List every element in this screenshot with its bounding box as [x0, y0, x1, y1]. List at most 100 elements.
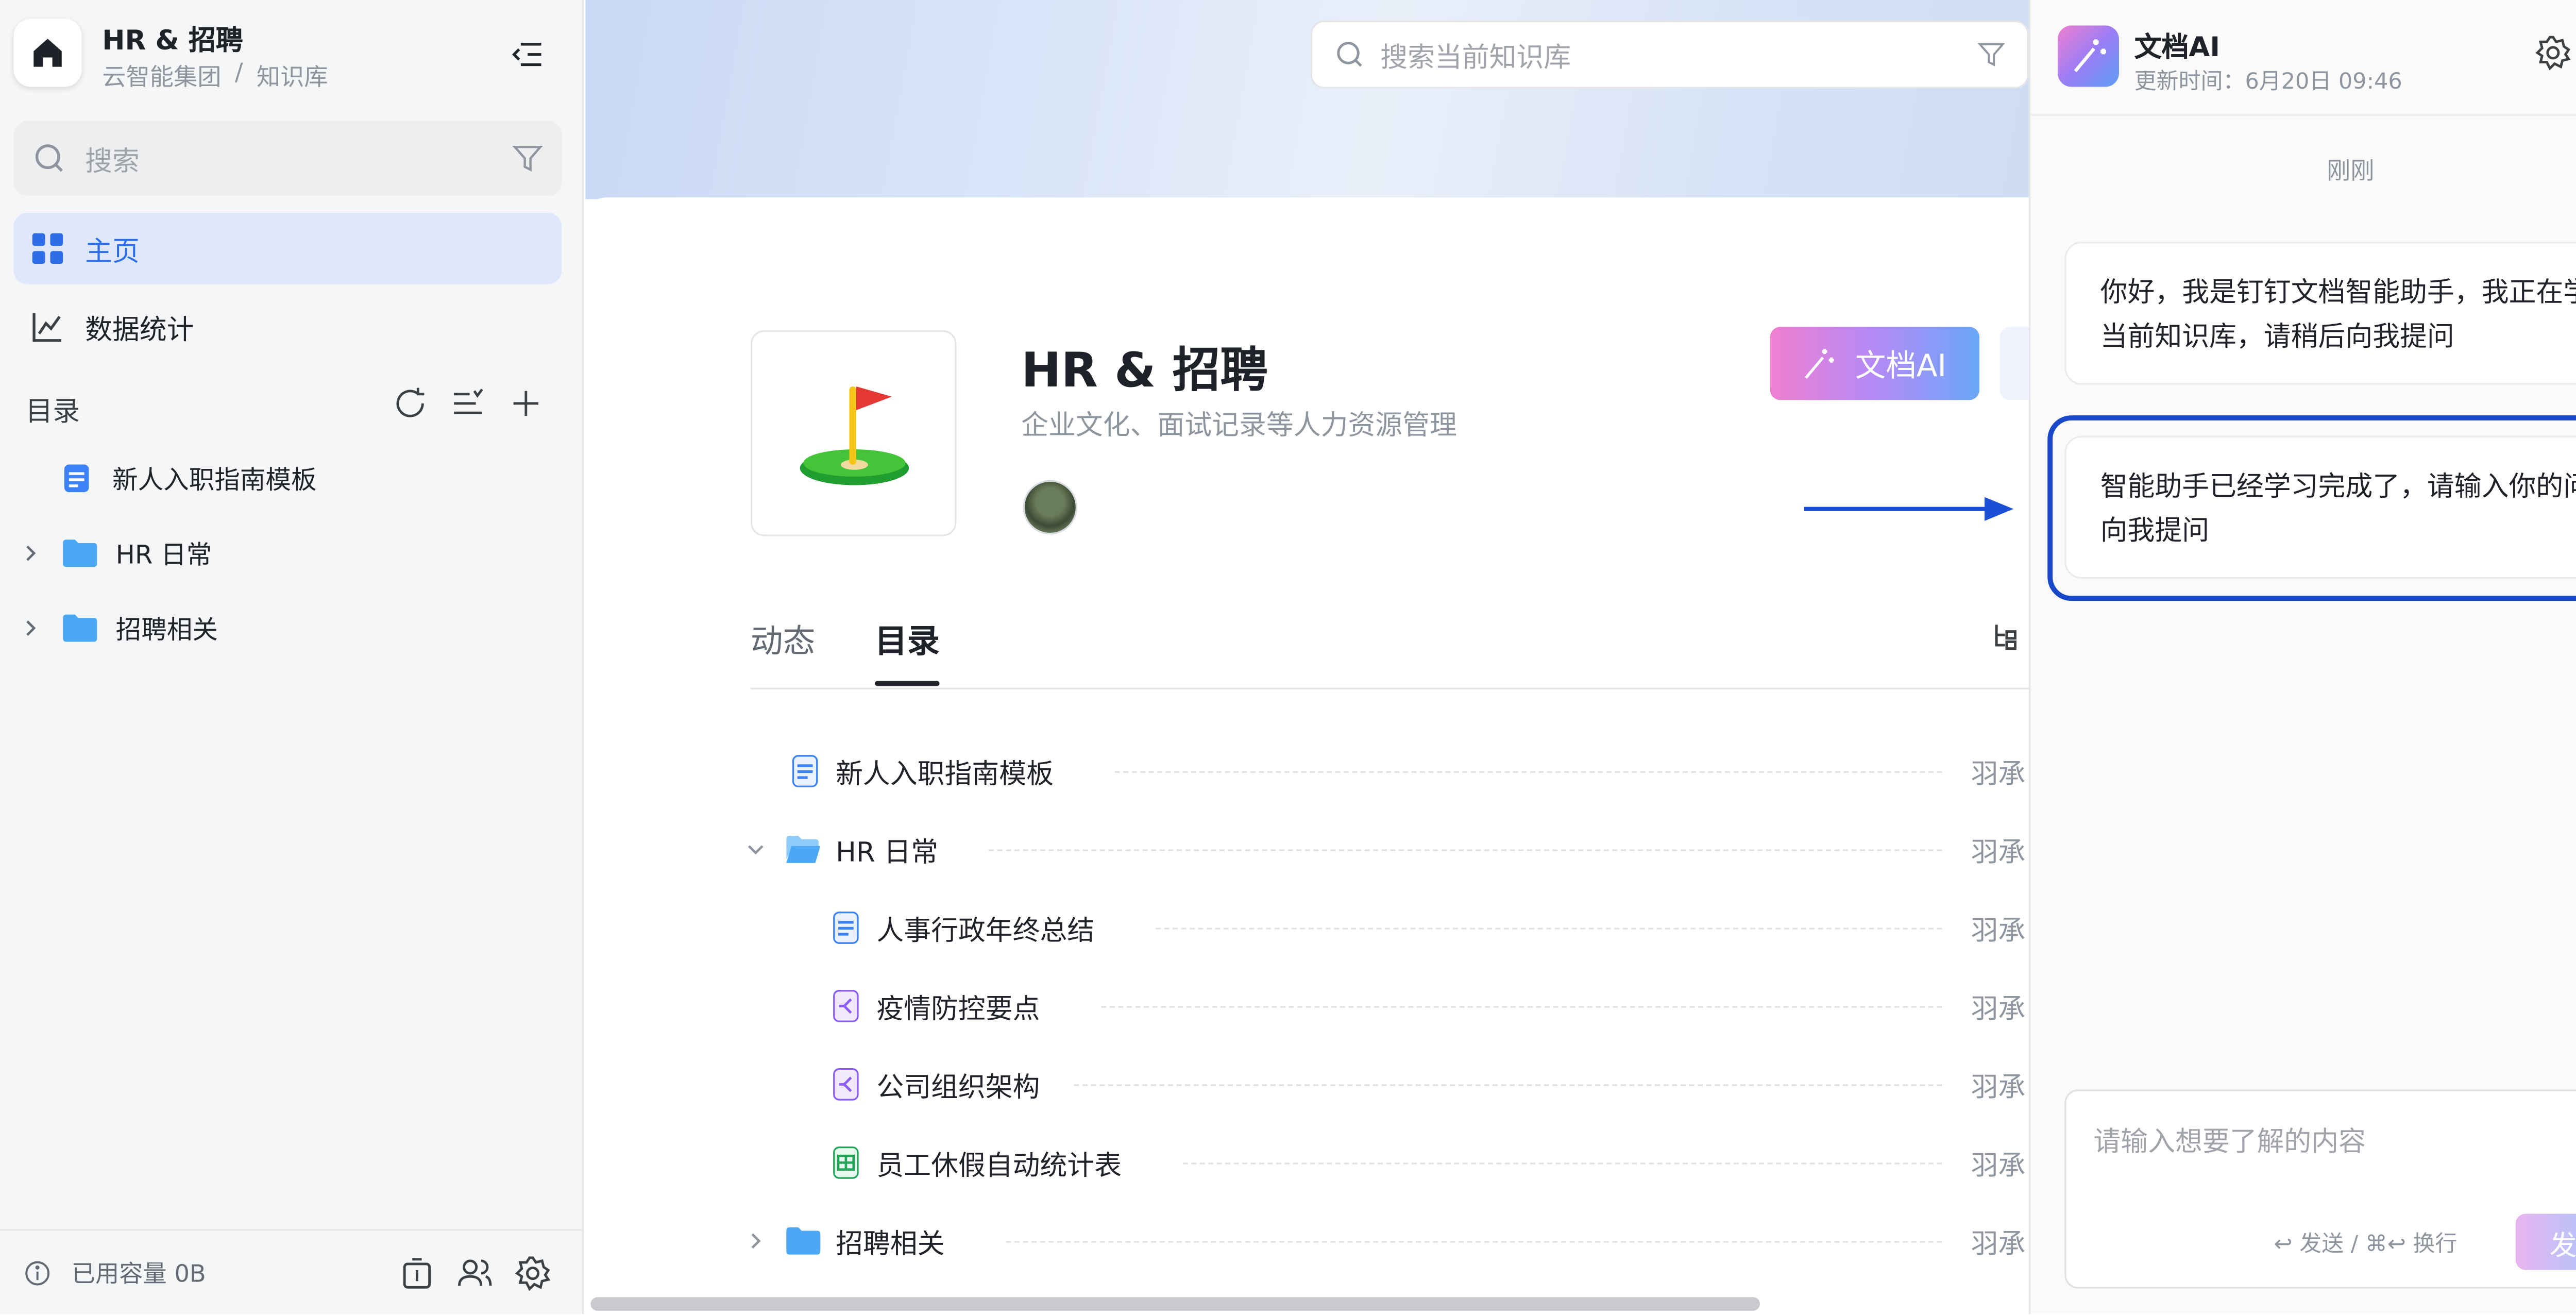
- list-item-name: 公司组织架构: [876, 1070, 1040, 1103]
- tree-item[interactable]: HR 日常: [17, 528, 212, 579]
- list-item[interactable]: 人事行政年终总结 羽承: [751, 893, 2029, 962]
- breadcrumb-separator: /: [234, 59, 243, 87]
- kb-search-input[interactable]: 搜索当前知识库: [1310, 20, 2029, 89]
- list-item-owner: 羽承: [1971, 836, 2026, 868]
- magic-wand-icon: [1805, 348, 1834, 378]
- breadcrumb: 云智能集团 / 知识库: [102, 60, 328, 94]
- nav-item-home-label: 主页: [85, 234, 140, 267]
- sort-list-icon[interactable]: [449, 385, 487, 423]
- list-item-owner: 羽承: [1971, 1070, 2026, 1103]
- recycle-bin-icon[interactable]: [398, 1255, 436, 1292]
- list-item-owner: 羽承: [1971, 1149, 2026, 1182]
- doc-ai-logo-icon: [2058, 25, 2119, 87]
- tree-item[interactable]: 招聘相关: [17, 602, 218, 653]
- list-item[interactable]: 招聘相关 羽承: [751, 1207, 2029, 1275]
- add-icon[interactable]: [507, 385, 545, 423]
- list-item-owner: 羽承: [1971, 992, 2026, 1025]
- home-icon: [33, 39, 62, 67]
- pointer-arrow-icon: [1804, 497, 2014, 521]
- home-button[interactable]: [13, 19, 82, 87]
- document-icon: [833, 912, 859, 944]
- nav-item-stats[interactable]: 数据统计: [13, 291, 562, 363]
- collapse-sidebar-icon[interactable]: [505, 34, 546, 75]
- list-item-name: 招聘相关: [836, 1227, 945, 1260]
- nav-item-home[interactable]: 主页: [13, 212, 562, 284]
- send-button[interactable]: 发送: [2515, 1213, 2576, 1270]
- main-content: 搜索当前知识库 HR & 招聘 企业文化、面试记录等人力资源管理 文档AI 动态…: [585, 0, 2029, 1314]
- row-divider: [989, 849, 1942, 851]
- shortcut-hint: ↩ 发送 / ⌘↩ 换行: [2274, 1232, 2458, 1258]
- members-icon[interactable]: [456, 1255, 494, 1292]
- doc-ai-button[interactable]: 文档AI: [1770, 327, 1980, 400]
- row-divider: [1006, 1241, 1942, 1243]
- more-actions-button[interactable]: [1999, 327, 2029, 400]
- filter-icon[interactable]: [1976, 39, 2006, 70]
- tree-view-icon[interactable]: [1991, 621, 2022, 652]
- app-window: HR & 招聘 云智能集团 / 知识库 搜索 主页 数据统计 目录 新人入职指南…: [0, 0, 2576, 1314]
- list-item[interactable]: 新人入职指南模板 羽承: [751, 737, 2029, 805]
- refresh-icon[interactable]: [392, 385, 429, 423]
- list-item-name: HR 日常: [836, 836, 939, 868]
- list-item-owner: 羽承: [1971, 914, 2026, 947]
- search-icon: [1337, 42, 1362, 67]
- mindmap-icon: [833, 990, 859, 1022]
- folder-icon: [63, 614, 97, 642]
- settings-icon[interactable]: [514, 1255, 552, 1292]
- content-tabs: 动态 目录: [750, 606, 2029, 689]
- avatar[interactable]: [1023, 480, 1078, 535]
- list-item[interactable]: 疫情防控要点 羽承: [751, 972, 2029, 1040]
- list-item-name: 新人入职指南模板: [836, 757, 1054, 790]
- row-divider: [1156, 928, 1942, 930]
- assistant-message: 你好，我是钉钉文档智能助手，我正在学习当前知识库，请稍后向我提问: [2064, 242, 2576, 385]
- nav-item-stats-label: 数据统计: [85, 313, 194, 346]
- chevron-right-icon[interactable]: [17, 540, 44, 567]
- question-input[interactable]: 请输入想要了解的内容 ↩ 发送 / ⌘↩ 换行 发送: [2064, 1089, 2576, 1289]
- question-input-placeholder: 请输入想要了解的内容: [2093, 1125, 2366, 1158]
- chevron-down-icon[interactable]: [744, 837, 768, 861]
- tree-item-label: 招聘相关: [115, 613, 218, 645]
- list-item-name: 疫情防控要点: [876, 992, 1040, 1025]
- document-icon: [792, 755, 818, 787]
- list-item[interactable]: 公司组织架构 羽承: [751, 1050, 2029, 1118]
- row-divider: [1114, 771, 1942, 773]
- doc-ai-button-label: 文档AI: [1855, 348, 1947, 384]
- kb-search-placeholder: 搜索当前知识库: [1380, 41, 1571, 74]
- directory-heading: 目录: [25, 395, 80, 428]
- row-divider: [1101, 1006, 1942, 1008]
- list-item-name: 员工休假自动统计表: [876, 1149, 1122, 1182]
- tree-item[interactable]: 新人入职指南模板: [61, 453, 317, 504]
- line-chart-icon: [32, 313, 61, 342]
- row-divider: [1183, 1162, 1942, 1165]
- spreadsheet-icon: [833, 1146, 859, 1179]
- active-tab-indicator: [875, 681, 940, 686]
- panel-header: 文档AI 更新时间：6月20日 09:46: [2030, 0, 2576, 116]
- breadcrumb-kb[interactable]: 知识库: [257, 60, 328, 94]
- storage-capacity: 已用容量 0B: [71, 1260, 206, 1288]
- footer-tools: [398, 1255, 551, 1292]
- list-item[interactable]: HR 日常 羽承: [748, 815, 2029, 883]
- sidebar-search-input[interactable]: 搜索: [13, 121, 562, 196]
- folder-open-icon: [786, 836, 821, 863]
- kb-name: HR & 招聘: [1021, 342, 1268, 399]
- kb-title: HR & 招聘: [102, 24, 243, 57]
- panel-updated-time: 更新时间：6月20日 09:46: [2134, 70, 2402, 96]
- row-divider: [1074, 1084, 1942, 1086]
- chevron-right-icon[interactable]: [17, 615, 44, 642]
- list-item[interactable]: 员工休假自动统计表 羽承: [751, 1128, 2029, 1196]
- tree-item-label: HR 日常: [115, 538, 212, 570]
- kb-cover[interactable]: [750, 330, 957, 536]
- search-icon: [35, 144, 63, 172]
- tab-directory[interactable]: 目录: [875, 616, 940, 662]
- list-item-name: 人事行政年终总结: [876, 914, 1095, 947]
- breadcrumb-org[interactable]: 云智能集团: [102, 60, 221, 94]
- document-icon: [64, 464, 89, 493]
- panel-title: 文档AI: [2134, 30, 2221, 63]
- list-item-owner: 羽承: [1971, 1227, 2026, 1260]
- filter-icon[interactable]: [511, 141, 545, 175]
- tab-activity[interactable]: 动态: [751, 616, 816, 662]
- horizontal-scrollbar[interactable]: [590, 1297, 1760, 1311]
- message-time: 刚刚: [2327, 158, 2375, 186]
- gear-icon[interactable]: [2534, 34, 2572, 72]
- chevron-right-icon[interactable]: [744, 1229, 768, 1253]
- list-item-owner: 羽承: [1971, 757, 2026, 790]
